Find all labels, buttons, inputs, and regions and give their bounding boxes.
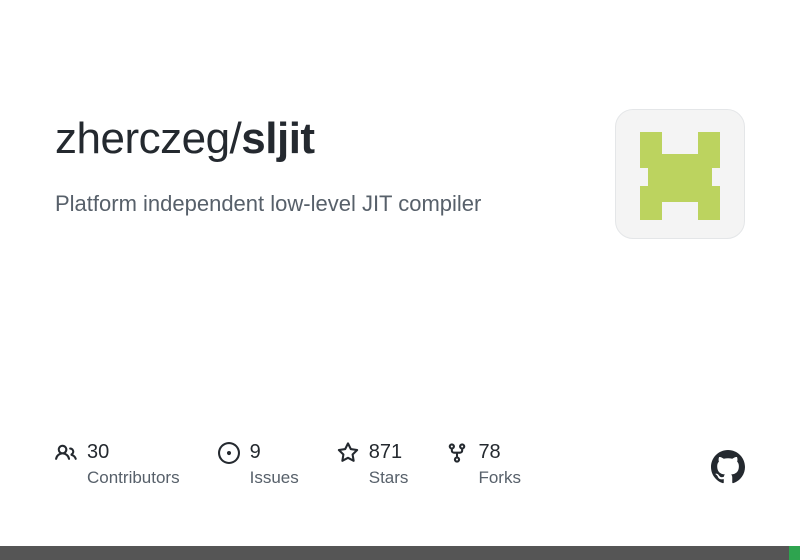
stat-value: 78 [478, 440, 521, 465]
stat-contributors[interactable]: 30 Contributors [55, 440, 180, 488]
fork-icon [446, 442, 468, 464]
stat-issues[interactable]: 9 Issues [218, 440, 299, 488]
repo-title[interactable]: zherczeg/sljit [55, 115, 615, 163]
stat-stars[interactable]: 871 Stars [337, 440, 409, 488]
stat-label: Contributors [87, 467, 180, 488]
slash: / [230, 114, 242, 163]
title-block: zherczeg/sljit Platform independent low-… [55, 115, 615, 217]
stat-label: Issues [250, 467, 299, 488]
stat-text: 871 Stars [369, 440, 409, 488]
stat-forks[interactable]: 78 Forks [446, 440, 521, 488]
github-logo-icon[interactable] [711, 450, 745, 484]
lang-segment-secondary [789, 546, 800, 560]
stat-text: 9 Issues [250, 440, 299, 488]
stat-text: 30 Contributors [87, 440, 180, 488]
card-content: zherczeg/sljit Platform independent low-… [0, 0, 800, 239]
stats-row: 30 Contributors 9 Issues 871 Stars 78 Fo… [55, 440, 745, 488]
stat-value: 871 [369, 440, 409, 465]
repo-owner: zherczeg [55, 114, 230, 163]
avatar[interactable] [615, 109, 745, 239]
stat-label: Stars [369, 467, 409, 488]
avatar-icon [630, 124, 730, 224]
stat-text: 78 Forks [478, 440, 521, 488]
repo-name: sljit [241, 114, 314, 163]
header-row: zherczeg/sljit Platform independent low-… [55, 115, 745, 239]
issue-icon [218, 442, 240, 464]
language-bar [0, 546, 800, 560]
stat-value: 30 [87, 440, 180, 465]
lang-segment-primary [0, 546, 789, 560]
stat-label: Forks [478, 467, 521, 488]
star-icon [337, 442, 359, 464]
repo-description: Platform independent low-level JIT compi… [55, 191, 615, 217]
stat-value: 9 [250, 440, 299, 465]
people-icon [55, 442, 77, 464]
